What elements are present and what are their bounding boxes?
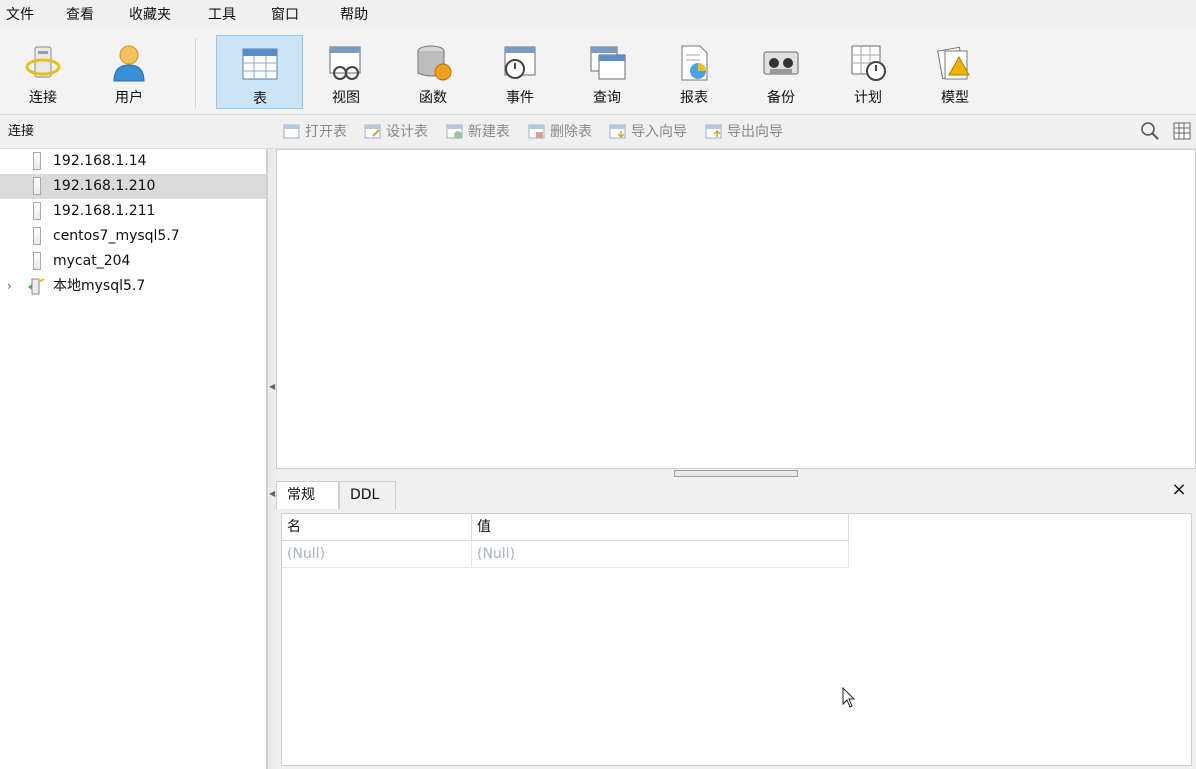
tree-item-connection[interactable]: 192.168.1.14 — [0, 149, 266, 174]
object-toolbar: 连接 打开表 设计表 新建表 删除表 导入向导 导出向导 — [0, 115, 1196, 149]
model-button[interactable]: 模型 — [912, 35, 998, 109]
chevron-right-icon[interactable]: › — [7, 274, 12, 299]
design-table-button[interactable]: 设计表 — [364, 121, 428, 143]
grid-cell-value: (Null) — [472, 541, 849, 568]
info-pane: 常规 DDL × 名 值 (Null) (Null) — [276, 479, 1196, 769]
properties-grid: 名 值 (Null) (Null) — [281, 513, 1192, 766]
event-icon — [504, 46, 536, 79]
query-button[interactable]: 查询 — [564, 35, 650, 109]
table-button[interactable]: 表 — [216, 35, 303, 109]
connection-icon — [25, 46, 61, 78]
tree-item-connection[interactable]: 192.168.1.211 — [0, 199, 266, 224]
report-icon — [681, 45, 708, 81]
menu-help[interactable]: 帮助 — [340, 0, 368, 30]
menu-file[interactable]: 文件 — [6, 0, 34, 30]
collapse-left-icon[interactable]: ◀ — [269, 382, 275, 410]
function-button[interactable]: 函数 — [390, 35, 476, 109]
main-toolbar: 连接 用户 表 视图 函数 事件 查询 报表 备份 计划 模型 — [0, 30, 1196, 115]
export-wizard-button[interactable]: 导出向导 — [705, 121, 783, 143]
schedule-label: 计划 — [854, 90, 882, 106]
menu-view[interactable]: 查看 — [66, 0, 94, 30]
collapse-left-icon[interactable]: ◀ — [269, 489, 275, 509]
object-list-area[interactable] — [276, 149, 1196, 469]
delete-table-icon — [528, 124, 545, 139]
search-icon[interactable] — [1140, 121, 1160, 141]
open-table-icon — [283, 124, 300, 139]
splitter-handle[interactable] — [674, 470, 798, 477]
tab-ddl[interactable]: DDL — [339, 481, 396, 509]
new-table-button[interactable]: 新建表 — [446, 121, 510, 143]
toolbar-divider — [195, 38, 196, 108]
backup-icon — [763, 51, 799, 75]
new-table-icon — [446, 124, 463, 139]
table-icon — [242, 48, 278, 80]
column-header-value[interactable]: 值 — [472, 514, 849, 541]
menu-bar: 文件 查看 收藏夹 工具 窗口 帮助 — [0, 0, 1196, 30]
grid-cell-name: (Null) — [282, 541, 472, 568]
column-header-name[interactable]: 名 — [282, 514, 472, 541]
connection-label: 连接 — [29, 90, 57, 106]
open-table-button[interactable]: 打开表 — [283, 121, 347, 143]
menu-tools[interactable]: 工具 — [208, 0, 236, 30]
table-label: 表 — [253, 91, 267, 107]
model-icon — [937, 46, 970, 80]
import-wizard-icon — [609, 124, 626, 139]
model-label: 模型 — [941, 90, 969, 106]
view-icon — [329, 46, 361, 80]
menu-window[interactable]: 窗口 — [271, 0, 299, 30]
query-icon — [590, 46, 626, 80]
backup-button[interactable]: 备份 — [738, 35, 824, 109]
report-label: 报表 — [680, 90, 708, 106]
mouse-cursor-icon — [842, 687, 856, 708]
query-label: 查询 — [593, 90, 621, 106]
backup-label: 备份 — [767, 90, 795, 106]
view-label: 视图 — [332, 90, 360, 106]
menu-favorites[interactable]: 收藏夹 — [129, 0, 171, 30]
function-label: 函数 — [419, 90, 447, 106]
design-table-icon — [364, 124, 381, 139]
close-icon[interactable]: × — [1170, 479, 1188, 503]
server-icon — [33, 227, 41, 245]
tree-item-connection[interactable]: › 本地mysql5.7 — [0, 274, 266, 299]
tree-item-connection[interactable]: 192.168.1.210 — [0, 174, 266, 199]
user-label: 用户 — [115, 90, 143, 106]
event-label: 事件 — [506, 90, 534, 106]
function-icon — [417, 45, 452, 81]
tree-item-connection[interactable]: centos7_mysql5.7 — [0, 224, 266, 249]
event-button[interactable]: 事件 — [477, 35, 563, 109]
connections-title: 连接 — [8, 124, 35, 139]
grid-view-icon[interactable] — [1172, 121, 1192, 141]
import-wizard-button[interactable]: 导入向导 — [609, 121, 687, 143]
tab-general[interactable]: 常规 — [276, 481, 339, 509]
server-icon — [33, 252, 41, 270]
connection-tree: 192.168.1.14 192.168.1.210 192.168.1.211… — [0, 149, 267, 769]
tree-item-connection[interactable]: mycat_204 — [0, 249, 266, 274]
schedule-icon — [851, 45, 886, 81]
delete-table-button[interactable]: 删除表 — [528, 121, 592, 143]
report-button[interactable]: 报表 — [651, 35, 737, 109]
export-wizard-icon — [705, 124, 722, 139]
schedule-button[interactable]: 计划 — [825, 35, 911, 109]
user-button[interactable]: 用户 — [86, 35, 172, 109]
user-icon — [113, 45, 145, 82]
server-icon — [33, 152, 41, 170]
connected-server-icon — [28, 278, 45, 295]
server-icon — [33, 177, 41, 195]
connection-button[interactable]: 连接 — [0, 35, 86, 109]
server-icon — [33, 202, 41, 220]
info-splitter[interactable] — [276, 469, 1196, 479]
view-button[interactable]: 视图 — [303, 35, 389, 109]
